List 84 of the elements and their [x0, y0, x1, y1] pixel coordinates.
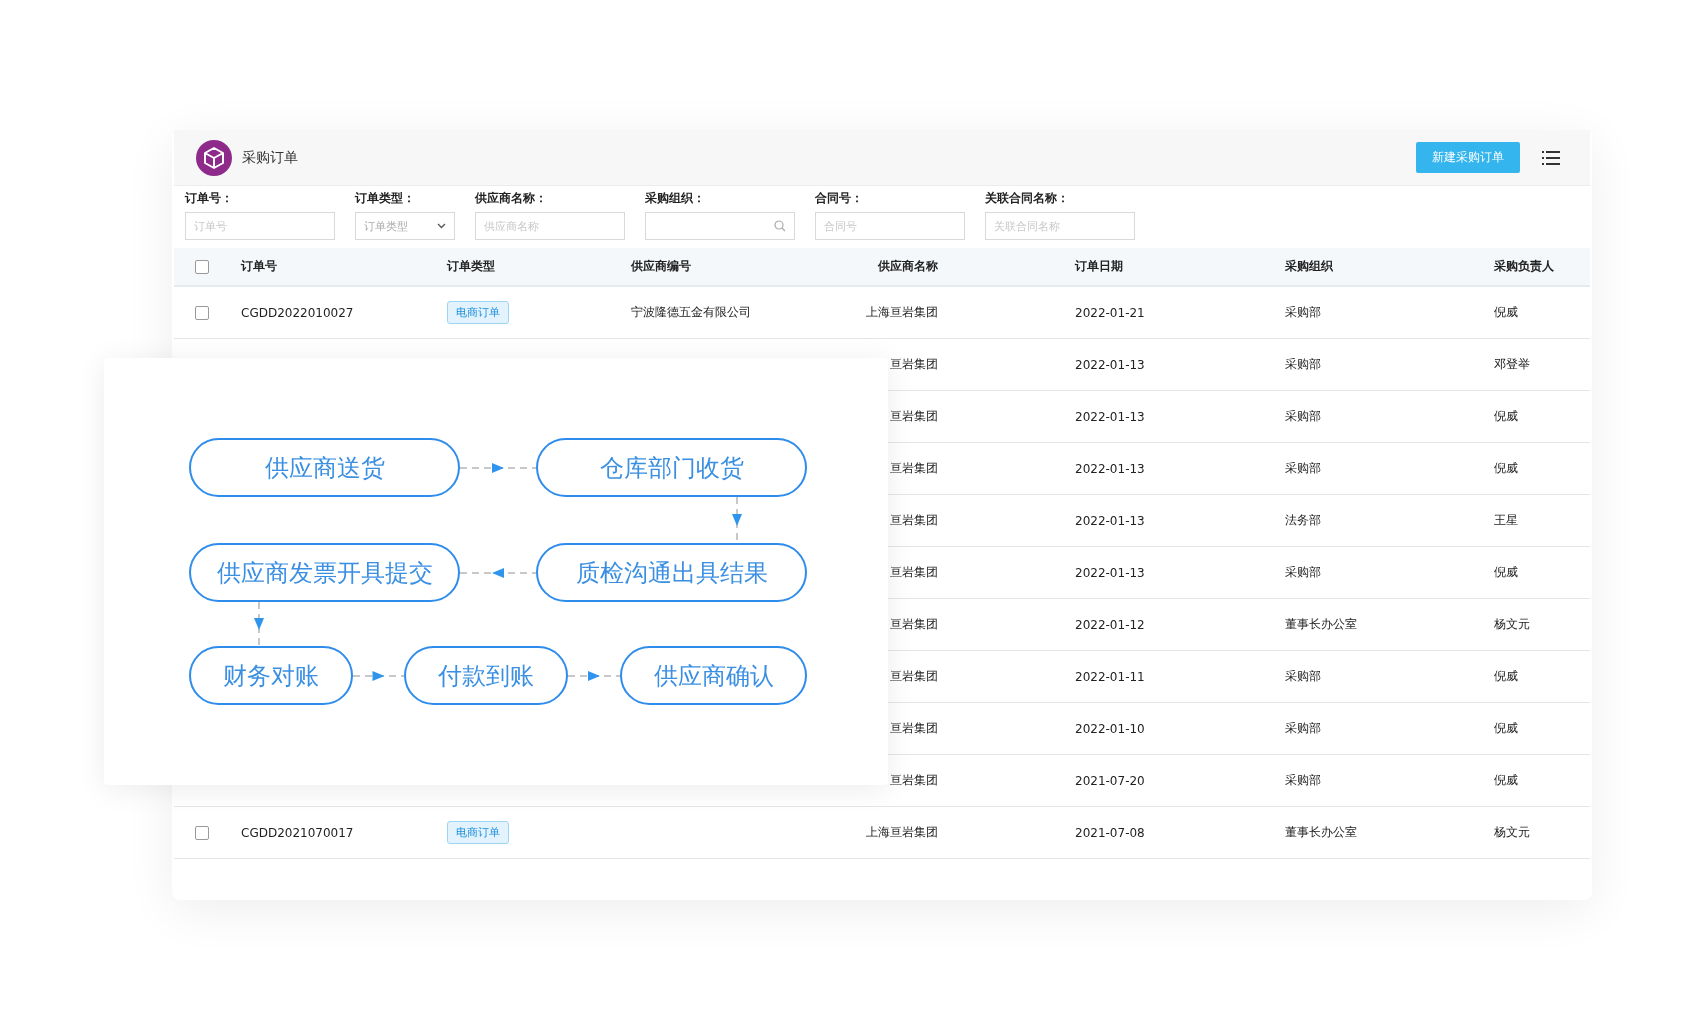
table-cell: 亘岩集团 [890, 669, 938, 683]
table-cell: 倪威 [1494, 721, 1518, 735]
table-cell: 2022-01-11 [1075, 669, 1145, 684]
table-cell: 2022-01-13 [1075, 565, 1145, 580]
flow-step: 供应商送货 [189, 438, 460, 497]
new-order-button[interactable]: 新建采购订单 [1416, 142, 1520, 173]
table-cell: 采购部 [1285, 357, 1321, 371]
table-cell: 2022-01-21 [1075, 305, 1145, 320]
table-cell: 2022-01-10 [1075, 721, 1145, 736]
table-cell: 2022-01-13 [1075, 409, 1145, 424]
search-field[interactable] [645, 212, 795, 240]
table-cell: 亘岩集团 [890, 513, 938, 527]
table-cell: 亘岩集团 [890, 357, 938, 371]
order-type-tag: 电商订单 [447, 821, 509, 844]
filter-label: 供应商名称： [475, 190, 548, 206]
table-cell: 2022-01-13 [1075, 357, 1145, 372]
filter-label: 合同号： [815, 190, 864, 206]
filter-label: 关联合同名称： [985, 190, 1070, 206]
table-cell: 采购部 [1285, 565, 1321, 579]
flow-step: 财务对账 [189, 646, 353, 705]
flow-step: 付款到账 [404, 646, 568, 705]
column-header: 订单类型 [447, 259, 495, 273]
table-cell: 亘岩集团 [890, 409, 938, 423]
filter-label: 订单号： [185, 190, 234, 206]
flow-step: 质检沟通出具结果 [536, 543, 807, 602]
table-cell: 2021-07-08 [1075, 825, 1145, 840]
table-cell: 王星 [1494, 513, 1518, 527]
table-cell: 倪威 [1494, 409, 1518, 423]
table-cell: 采购部 [1285, 773, 1321, 787]
dashed-arrow [731, 497, 743, 543]
table-cell: 2022-01-12 [1075, 617, 1145, 632]
table-cell: CGDD2022010027 [241, 305, 354, 320]
column-header: 订单号 [241, 259, 277, 273]
dashed-arrow [568, 669, 620, 682]
table-cell: 董事长办公室 [1285, 617, 1357, 631]
order-type-tag: 电商订单 [447, 301, 509, 324]
table-cell: 上海亘岩集团 [866, 305, 938, 319]
column-header: 采购负责人 [1494, 259, 1554, 273]
flow-step: 供应商确认 [620, 646, 807, 705]
table-cell: 法务部 [1285, 513, 1321, 527]
table-cell: 亘岩集团 [890, 461, 938, 475]
table-cell: 杨文元 [1494, 825, 1530, 839]
search-icon [774, 220, 786, 232]
column-header: 供应商编号 [631, 259, 691, 273]
table-cell: 亘岩集团 [890, 773, 938, 787]
filter-label: 订单类型： [355, 190, 416, 206]
table-cell: 倪威 [1494, 461, 1518, 475]
checkbox[interactable] [195, 305, 209, 320]
chevron-down-icon [437, 223, 446, 229]
checkbox[interactable] [195, 259, 209, 274]
dashed-arrow [353, 669, 404, 682]
table-cell: 宁波隆德五金有限公司 [631, 305, 751, 319]
filter-label: 采购组织： [645, 190, 706, 206]
table-cell: 倪威 [1494, 773, 1518, 787]
column-header: 供应商名称 [878, 259, 938, 273]
column-header: 采购组织 [1285, 259, 1333, 273]
table-cell: 邓登举 [1494, 357, 1530, 371]
page-title: 采购订单 [242, 148, 298, 167]
flow-step: 仓库部门收货 [536, 438, 807, 497]
table-cell: 采购部 [1285, 721, 1321, 735]
table-cell: 倪威 [1494, 565, 1518, 579]
table-cell: CGDD2021070017 [241, 825, 354, 840]
table-cell: 采购部 [1285, 669, 1321, 683]
table-cell: 亘岩集团 [890, 617, 938, 631]
table-cell: 倪威 [1494, 669, 1518, 683]
table-cell: 采购部 [1285, 461, 1321, 475]
table-cell: 亘岩集团 [890, 565, 938, 579]
dashed-arrow [253, 602, 265, 646]
column-header: 订单日期 [1075, 259, 1123, 273]
cube-logo-icon [196, 139, 232, 176]
flow-step: 供应商发票开具提交 [189, 543, 460, 602]
table-cell: 上海亘岩集团 [866, 825, 938, 839]
table-cell: 2021-07-20 [1075, 773, 1145, 788]
table-cell: 亘岩集团 [890, 721, 938, 735]
order-type-select[interactable]: 订单类型 [355, 212, 455, 240]
table-cell: 采购部 [1285, 409, 1321, 423]
table-cell: 2022-01-13 [1075, 461, 1145, 476]
menu-icon[interactable] [1542, 150, 1560, 165]
table-cell: 2022-01-13 [1075, 513, 1145, 528]
table-cell: 杨文元 [1494, 617, 1530, 631]
table-cell: 采购部 [1285, 305, 1321, 319]
checkbox[interactable] [195, 825, 209, 840]
table-cell: 倪威 [1494, 305, 1518, 319]
table-cell: 董事长办公室 [1285, 825, 1357, 839]
